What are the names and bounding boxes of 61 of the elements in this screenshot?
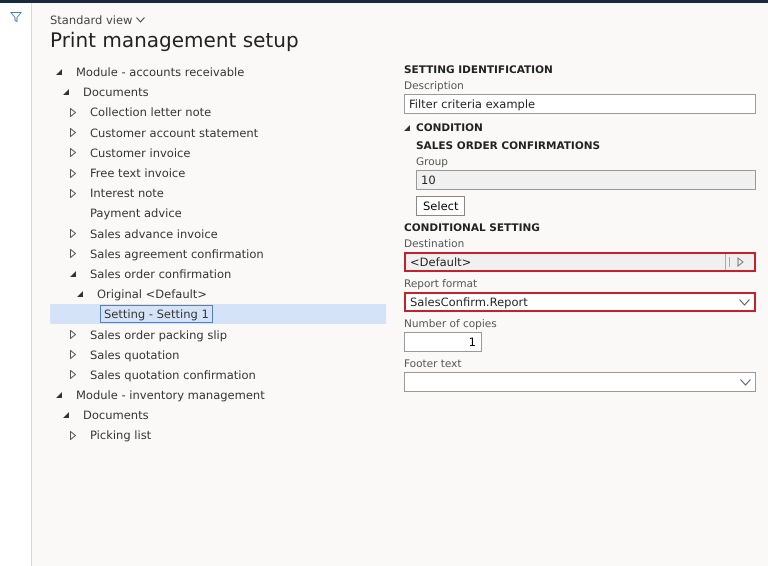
tree-item[interactable]: Documents <box>79 83 153 102</box>
number-field[interactable]: 1 <box>404 332 482 352</box>
collapse-icon[interactable] <box>404 125 410 131</box>
chevron-down-icon[interactable] <box>740 378 751 386</box>
field-label: Report format <box>404 278 478 290</box>
tree-item[interactable]: Sales agreement confirmation <box>86 244 268 263</box>
description-field[interactable]: Filter criteria example <box>404 94 756 114</box>
view-selector[interactable]: Standard view <box>50 13 146 27</box>
collapse-icon[interactable] <box>63 89 69 96</box>
tree-item[interactable]: Free text invoice <box>86 164 190 182</box>
filter-icon[interactable] <box>10 11 22 23</box>
tree-item[interactable]: Sales order confirmation <box>86 264 236 283</box>
expand-icon[interactable] <box>70 249 76 258</box>
tree-item[interactable]: Sales advance invoice <box>86 224 222 243</box>
tree-item[interactable]: Payment advice <box>86 204 186 222</box>
expand-icon[interactable] <box>70 148 76 158</box>
tree-item[interactable]: Original <Default> <box>93 285 211 304</box>
dropdown-field[interactable]: SalesConfirm.Report <box>404 292 756 312</box>
selected-tree-row[interactable]: Setting - Setting 1 <box>50 304 386 324</box>
tree-item[interactable]: Module - accounts receivable <box>72 63 248 82</box>
chevron-down-icon[interactable] <box>739 298 750 306</box>
expand-icon[interactable] <box>70 330 76 340</box>
tree-item[interactable]: Setting - Setting 1 <box>100 305 213 324</box>
expand-icon[interactable] <box>70 350 76 360</box>
expand-icon[interactable] <box>70 188 76 198</box>
field-label: Description <box>404 80 465 92</box>
field-label: Number of copies <box>404 318 498 330</box>
field-label: Destination <box>404 238 466 250</box>
expand-icon[interactable] <box>70 168 76 178</box>
dropdown-field[interactable] <box>404 372 756 392</box>
tree-item[interactable]: Interest note <box>86 184 168 202</box>
section-heading: CONDITIONAL SETTING <box>404 222 541 234</box>
expand-icon[interactable] <box>70 128 76 138</box>
lookup-field[interactable]: <Default> <box>404 252 756 272</box>
tree-item[interactable]: Sales quotation <box>86 346 184 364</box>
expand-icon[interactable] <box>70 370 76 380</box>
collapse-icon[interactable] <box>56 69 62 76</box>
tree-item[interactable]: Collection letter note <box>86 103 216 122</box>
tree-item[interactable]: Customer invoice <box>86 144 194 162</box>
section-heading: SETTING IDENTIFICATION <box>404 64 554 76</box>
collapse-icon[interactable] <box>56 392 62 398</box>
field-label: Group <box>416 156 449 168</box>
tree-item[interactable]: Sales order packing slip <box>86 326 232 344</box>
tree-item[interactable]: Documents <box>79 406 153 424</box>
collapse-icon[interactable] <box>77 291 83 298</box>
expand-icon[interactable] <box>70 229 76 238</box>
group-field[interactable]: 10 <box>416 170 756 190</box>
select-button[interactable]: Select <box>416 196 466 216</box>
expand-icon[interactable] <box>70 430 76 440</box>
collapse-icon[interactable] <box>70 270 76 277</box>
collapse-icon[interactable] <box>63 412 69 418</box>
tree-item[interactable]: Sales quotation confirmation <box>86 366 260 384</box>
chevron-down-icon[interactable] <box>136 17 146 23</box>
field-label: Footer text <box>404 358 462 370</box>
tree-item[interactable]: Module - inventory management <box>72 386 269 404</box>
section-subheading: SALES ORDER CONFIRMATIONS <box>416 140 602 152</box>
page-title: Print management setup <box>50 28 300 52</box>
section-heading: CONDITION <box>416 122 483 134</box>
expand-icon[interactable] <box>70 108 76 117</box>
tree-item[interactable]: Customer account statement <box>86 124 262 142</box>
tree-item[interactable]: Picking list <box>86 426 156 444</box>
